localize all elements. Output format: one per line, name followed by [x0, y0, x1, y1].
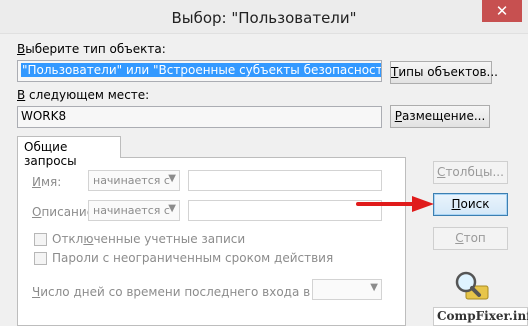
close-icon: ✕: [495, 2, 509, 20]
disabled-accounts-label: Отключенные учетные записи: [52, 232, 246, 246]
locations-button[interactable]: Размещение...: [390, 105, 490, 128]
no-expire-password-label: Пароли с неограниченным сроком действия: [52, 251, 334, 265]
object-type-label: Выберите тип объекта:: [17, 42, 166, 56]
tab-common-queries[interactable]: Общие запросы: [17, 136, 121, 168]
find-magnifier-icon: [455, 271, 489, 300]
object-types-button[interactable]: Типы объектов...: [390, 61, 498, 84]
chevron-down-icon: ▼: [370, 282, 378, 293]
title-bar: Выбор: "Пользователи" ✕: [0, 0, 528, 34]
object-type-value: "Пользователи" или "Встроенные субъекты …: [21, 63, 381, 77]
name-input[interactable]: [188, 170, 382, 191]
columns-button[interactable]: Столбцы...: [433, 161, 508, 184]
name-label: Имя:: [32, 175, 62, 189]
stop-button[interactable]: Стоп: [433, 227, 508, 250]
description-operator-select[interactable]: начинается с ▼: [88, 200, 180, 221]
object-type-field: "Пользователи" или "Встроенные субъекты …: [17, 60, 382, 82]
location-value: WORK8: [21, 109, 67, 123]
close-button[interactable]: ✕: [482, 0, 522, 22]
watermark: CompFixer.info: [433, 307, 528, 326]
disabled-accounts-checkbox[interactable]: [34, 233, 47, 246]
window-title: Выбор: "Пользователи": [171, 9, 357, 27]
no-expire-password-checkbox[interactable]: [34, 252, 47, 265]
name-operator-select[interactable]: начинается с ▼: [88, 170, 180, 191]
location-label: В следующем месте:: [17, 88, 150, 102]
days-since-login-select[interactable]: ▼: [312, 279, 382, 300]
common-queries-panel: Имя: начинается с ▼ Описание: начинается …: [17, 157, 406, 326]
location-field: WORK8: [17, 106, 382, 128]
red-arrow-icon: [356, 196, 434, 212]
description-input[interactable]: [188, 200, 382, 221]
chevron-down-icon: ▼: [168, 203, 176, 214]
chevron-down-icon: ▼: [168, 173, 176, 184]
search-button[interactable]: Поиск: [433, 193, 508, 216]
